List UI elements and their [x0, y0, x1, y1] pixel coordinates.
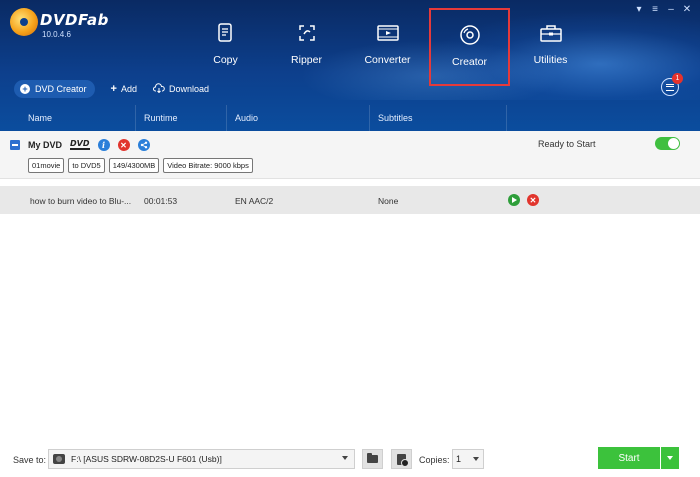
title-name: how to burn video to Blu-... — [30, 196, 132, 206]
plus-icon: + — [110, 83, 117, 95]
tab-copy-label: Copy — [213, 54, 238, 66]
plus-circle-icon: + — [20, 84, 30, 94]
title-subtitles[interactable]: None — [378, 196, 398, 206]
column-subtitles: Subtitles — [370, 105, 507, 131]
download-label: Download — [168, 84, 209, 94]
task-queue-button[interactable]: 1 — [661, 73, 683, 96]
start-button[interactable]: Start — [598, 447, 660, 469]
save-to-value: F:\ [ASUS SDRW-08D2S-U F601 (Usb)] — [71, 454, 222, 464]
utilities-toolbox-icon — [538, 20, 564, 46]
tab-converter-label: Converter — [364, 54, 411, 66]
column-audio: Audio — [227, 105, 370, 131]
share-icon[interactable] — [137, 139, 150, 151]
table-row[interactable]: how to burn video to Blu-... 00:01:53 EN… — [0, 186, 700, 214]
app-name: DVDFab — [40, 11, 109, 29]
column-runtime: Runtime — [136, 105, 227, 131]
play-icon[interactable] — [508, 194, 520, 206]
close-icon[interactable]: ✕ — [682, 4, 692, 15]
column-name: Name — [0, 105, 136, 131]
tab-utilities[interactable]: Utilities — [510, 8, 591, 86]
app-version: 10.0.4.6 — [42, 30, 71, 39]
collapse-icon[interactable] — [10, 140, 20, 150]
ripper-icon — [294, 20, 320, 46]
tag-size: 149/4300MB — [108, 158, 160, 173]
app-logo: DVDFab 10.0.4.6 — [10, 8, 120, 44]
dvd-name: My DVD — [28, 140, 63, 150]
start-options-dropdown[interactable] — [661, 447, 679, 469]
save-iso-button[interactable] — [391, 449, 412, 469]
title-audio[interactable]: EN AAC/2 — [235, 196, 273, 206]
dvd-tags: 01movie to DVD5 149/4300MB Video Bitrate… — [28, 158, 253, 173]
module-tabs: Copy Ripper Converter Creator Utilities — [185, 8, 591, 86]
window-controls: ▾ ≡ – ✕ — [634, 4, 692, 15]
creator-disc-icon — [457, 22, 483, 48]
status-text: Ready to Start — [538, 139, 596, 149]
chevron-down-icon — [342, 456, 348, 460]
converter-icon — [375, 20, 401, 46]
tab-creator[interactable]: Creator — [429, 8, 510, 86]
add-button[interactable]: + Add — [111, 83, 137, 95]
menu-icon[interactable]: ≡ — [650, 4, 660, 15]
column-spacer — [507, 105, 700, 131]
folder-icon — [367, 453, 378, 463]
info-icon[interactable]: i — [97, 139, 110, 151]
remove-title-icon[interactable]: ✕ — [527, 194, 539, 206]
minimize-icon[interactable]: – — [666, 4, 676, 15]
save-to-label: Save to: — [13, 455, 47, 465]
chevron-down-icon — [473, 457, 479, 461]
header-banner: DVDFab 10.0.4.6 ▾ ≡ – ✕ Copy Ripper Conv… — [0, 0, 700, 131]
dvd-creator-mode-button[interactable]: + DVD Creator — [14, 80, 95, 98]
tab-creator-label: Creator — [451, 56, 487, 68]
tab-ripper-label: Ripper — [291, 54, 322, 66]
tag-profile[interactable]: 01movie — [28, 158, 65, 173]
copies-select[interactable]: 1 — [452, 449, 484, 469]
add-label: Add — [120, 84, 137, 94]
copy-icon — [213, 20, 239, 46]
task-count-badge: 1 — [672, 73, 683, 84]
cloud-download-icon — [152, 83, 165, 95]
tab-converter[interactable]: Converter — [347, 8, 428, 86]
dvd-title-group: My DVD DVD i ✕ — [10, 139, 150, 151]
tab-utilities-label: Utilities — [533, 54, 568, 66]
title-runtime: 00:01:53 — [144, 196, 178, 206]
dvd-logo-icon: DVD — [70, 139, 90, 150]
iso-file-icon — [397, 453, 409, 467]
list-icon — [666, 83, 674, 91]
browse-folder-button[interactable] — [362, 449, 383, 469]
enable-toggle[interactable] — [655, 137, 680, 150]
optical-drive-icon — [53, 454, 65, 464]
column-headers: Name Runtime Audio Subtitles — [0, 105, 700, 131]
bottom-bar: Save to: F:\ [ASUS SDRW-08D2S-U F601 (Us… — [0, 444, 700, 477]
save-to-select[interactable]: F:\ [ASUS SDRW-08D2S-U F601 (Usb)] — [48, 449, 355, 469]
mode-label: DVD Creator — [35, 84, 87, 94]
toolbar: + DVD Creator + Add Download — [14, 80, 209, 98]
tab-copy[interactable]: Copy — [185, 8, 266, 86]
dvd-source-row: My DVD DVD i ✕ Ready to Start 01movie to… — [0, 131, 700, 179]
pin-icon[interactable]: ▾ — [634, 4, 644, 15]
title-actions: ✕ — [508, 194, 539, 206]
remove-icon[interactable]: ✕ — [117, 139, 130, 151]
tab-ripper[interactable]: Ripper — [266, 8, 347, 86]
download-button[interactable]: Download — [152, 83, 209, 95]
tag-output[interactable]: to DVD5 — [68, 158, 105, 173]
logo-disc-icon — [10, 8, 38, 36]
tag-bitrate[interactable]: Video Bitrate: 9000 kbps — [163, 158, 253, 173]
copies-label: Copies: — [419, 455, 450, 465]
copies-value: 1 — [456, 454, 462, 464]
